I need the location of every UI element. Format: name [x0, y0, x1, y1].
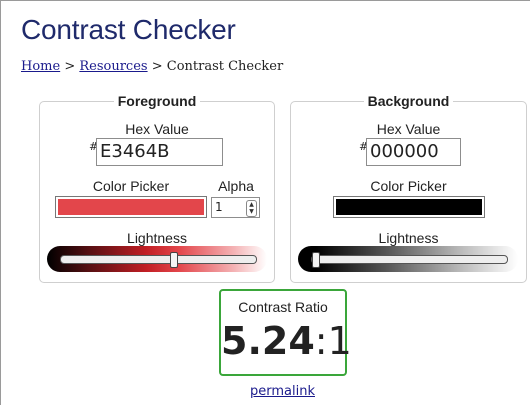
- background-hex-label: Hex Value: [376, 121, 441, 137]
- foreground-alpha-label: Alpha: [218, 178, 254, 194]
- contrast-ratio-value: 5.24:1: [221, 319, 352, 363]
- foreground-alpha-input[interactable]: 1 ▲ ▼: [211, 197, 260, 218]
- foreground-lightness-slider[interactable]: [60, 255, 257, 264]
- permalink-link[interactable]: permalink: [250, 384, 315, 399]
- alpha-spinner-icon[interactable]: ▲ ▼: [246, 200, 257, 217]
- foreground-color-picker[interactable]: [55, 196, 207, 218]
- background-color-swatch: [336, 199, 482, 215]
- breadcrumb-resources-link[interactable]: Resources: [79, 59, 147, 74]
- background-color-picker-label: Color Picker: [370, 178, 447, 194]
- foreground-lightness-label: Lightness: [127, 230, 187, 246]
- breadcrumb-separator: >: [60, 59, 80, 74]
- background-lightness-label: Lightness: [378, 230, 439, 246]
- background-hex-input[interactable]: 000000: [366, 138, 461, 166]
- contrast-ratio-number: 5.24: [221, 319, 315, 363]
- foreground-alpha-value: 1: [215, 200, 223, 214]
- breadcrumb: Home > Resources > Contrast Checker: [21, 59, 283, 74]
- foreground-color-swatch: [58, 199, 204, 215]
- foreground-lightness-thumb[interactable]: [170, 252, 178, 268]
- breadcrumb-separator: >: [147, 59, 167, 74]
- foreground-hex-label: Hex Value: [125, 121, 189, 137]
- contrast-ratio-label: Contrast Ratio: [238, 299, 328, 315]
- breadcrumb-current: Contrast Checker: [166, 59, 284, 74]
- background-color-picker[interactable]: [333, 196, 485, 218]
- contrast-ratio-box: Contrast Ratio 5.24:1: [219, 289, 352, 376]
- contrast-ratio-suffix: :1: [314, 319, 352, 363]
- background-lightness-thumb[interactable]: [312, 252, 320, 268]
- foreground-legend: Foreground: [117, 93, 197, 109]
- page-title: Contrast Checker: [21, 14, 236, 45]
- background-legend: Background: [367, 93, 450, 109]
- foreground-hex-input[interactable]: E3464B: [96, 138, 223, 166]
- breadcrumb-home-link[interactable]: Home: [21, 59, 60, 74]
- foreground-color-picker-label: Color Picker: [92, 178, 170, 194]
- background-lightness-slider[interactable]: [311, 255, 508, 264]
